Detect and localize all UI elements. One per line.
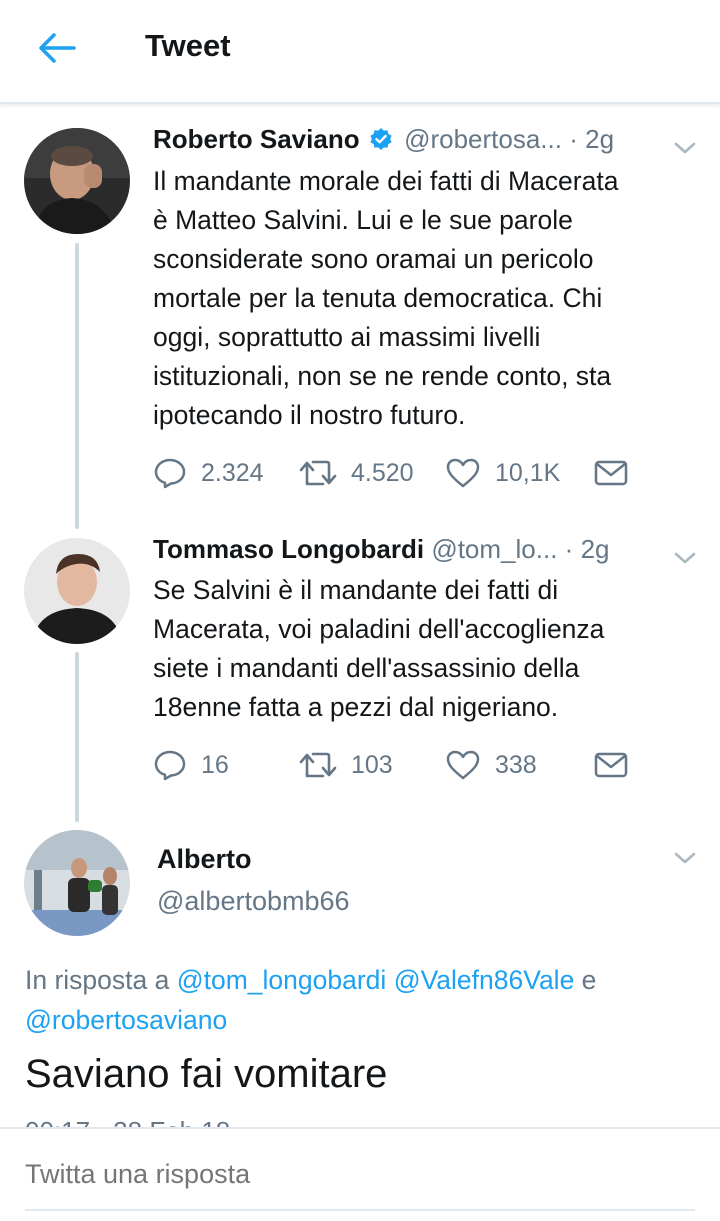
page-title: Tweet xyxy=(145,28,231,63)
reply-prefix: In risposta a xyxy=(25,965,177,995)
mention-link[interactable]: @tom_longobardi xyxy=(177,965,387,995)
back-arrow-icon xyxy=(39,33,76,63)
separator-dot: · xyxy=(564,534,574,564)
top-bar: Tweet xyxy=(0,0,720,104)
tweet-text-line: ipotecando il nostro futuro. xyxy=(153,400,466,430)
focused-tweet-text: Saviano fai vomitare xyxy=(25,1052,388,1096)
back-button[interactable] xyxy=(34,28,78,68)
like-icon xyxy=(446,750,480,780)
tweet-text-line: è Matteo Salvini. Lui e le sue parole xyxy=(153,205,573,235)
author-name[interactable]: Tommaso Longobardi xyxy=(153,534,424,564)
retweet-icon xyxy=(299,752,337,778)
reply-compose-bar xyxy=(0,1127,720,1221)
like-icon xyxy=(446,458,480,488)
reply-count: 16 xyxy=(201,750,229,779)
direct-message-icon xyxy=(594,460,628,486)
mention-link[interactable]: @Valefn86Vale xyxy=(394,965,575,995)
retweet-count: 103 xyxy=(351,750,393,779)
avatar[interactable] xyxy=(24,830,130,936)
tweet-menu-button[interactable] xyxy=(670,546,700,570)
timestamp: 2g xyxy=(585,124,615,154)
tweet-text-line: sconsiderate sono oramai un pericolo xyxy=(153,244,594,274)
tweet-menu-button[interactable] xyxy=(670,846,700,870)
reply-button[interactable]: 2.324 xyxy=(153,453,264,493)
avatar[interactable] xyxy=(24,128,130,234)
tweet-text-line: mortale per la tenuta democratica. Chi xyxy=(153,283,603,313)
tweet-text: Se Salvini è il mandante dei fatti di Ma… xyxy=(153,571,693,727)
chevron-down-icon xyxy=(674,852,696,864)
author-name[interactable]: Roberto Saviano xyxy=(153,124,360,154)
avatar[interactable] xyxy=(24,538,130,644)
direct-message-button[interactable] xyxy=(594,745,642,785)
tweet-actions: 2.324 4.520 10,1K xyxy=(153,453,693,493)
reply-icon xyxy=(154,458,186,489)
tweet-text-line: 18enne fatta a pezzi dal nigeriano. xyxy=(153,692,559,722)
reply-context: In risposta a @tom_longobardi @Valefn86V… xyxy=(25,960,705,1040)
chevron-down-icon xyxy=(674,142,696,154)
retweet-button[interactable]: 4.520 xyxy=(299,453,414,493)
tweet-text-line: istituzionali, non se ne rende conto, st… xyxy=(153,361,612,391)
tweet-text-line: Se Salvini è il mandante dei fatti di xyxy=(153,575,559,605)
tweet-text-line: oggi, soprattutto ai massimi livelli xyxy=(153,322,541,352)
timestamp: 2g xyxy=(580,534,610,564)
input-underline xyxy=(25,1209,695,1211)
reply-button[interactable]: 16 xyxy=(153,745,229,785)
separator-dot: · xyxy=(569,124,578,154)
mention-link[interactable]: @robertosaviano xyxy=(25,1005,227,1035)
tweet-text-line: siete i mandanti dell'assassinio della xyxy=(153,653,580,683)
like-count: 10,1K xyxy=(495,458,561,487)
tweet-text-line: Il mandante morale dei fatti di Macerata xyxy=(153,166,619,196)
reply-count: 2.324 xyxy=(201,458,264,487)
direct-message-button[interactable] xyxy=(594,453,642,493)
like-button[interactable]: 10,1K xyxy=(445,453,560,493)
retweet-count: 4.520 xyxy=(351,458,414,487)
reply-conjunction: e xyxy=(574,965,597,995)
tweet-text-line: Macerata, voi paladini dell'accoglienza xyxy=(153,614,605,644)
tweet-timestamp-partial: 00:17 · 28 Feb 18 xyxy=(25,1112,425,1128)
author-handle[interactable]: @robertosa... xyxy=(404,124,562,154)
like-count: 338 xyxy=(495,750,537,779)
retweet-button[interactable]: 103 xyxy=(299,745,393,785)
thread-connector xyxy=(75,243,79,529)
chevron-down-icon xyxy=(674,552,696,564)
author-handle[interactable]: @albertobmb66 xyxy=(157,886,350,917)
tweet-text: Il mandante morale dei fatti di Macerata… xyxy=(153,162,693,435)
author-handle[interactable]: @tom_lo... xyxy=(431,534,557,564)
like-button[interactable]: 338 xyxy=(445,745,537,785)
retweet-icon xyxy=(299,460,337,486)
author-name[interactable]: Alberto xyxy=(157,844,252,875)
tweet-menu-button[interactable] xyxy=(670,136,700,160)
reply-input[interactable] xyxy=(25,1159,695,1190)
direct-message-icon xyxy=(594,752,628,778)
tweet-header: Roberto Saviano @robertosa... · 2g xyxy=(153,124,673,160)
thread-connector xyxy=(75,652,79,822)
verified-badge-icon xyxy=(370,128,392,150)
reply-icon xyxy=(154,750,186,781)
tweet-header: Tommaso Longobardi @tom_lo... · 2g xyxy=(153,534,673,570)
tweet-actions: 16 103 338 xyxy=(153,745,693,785)
